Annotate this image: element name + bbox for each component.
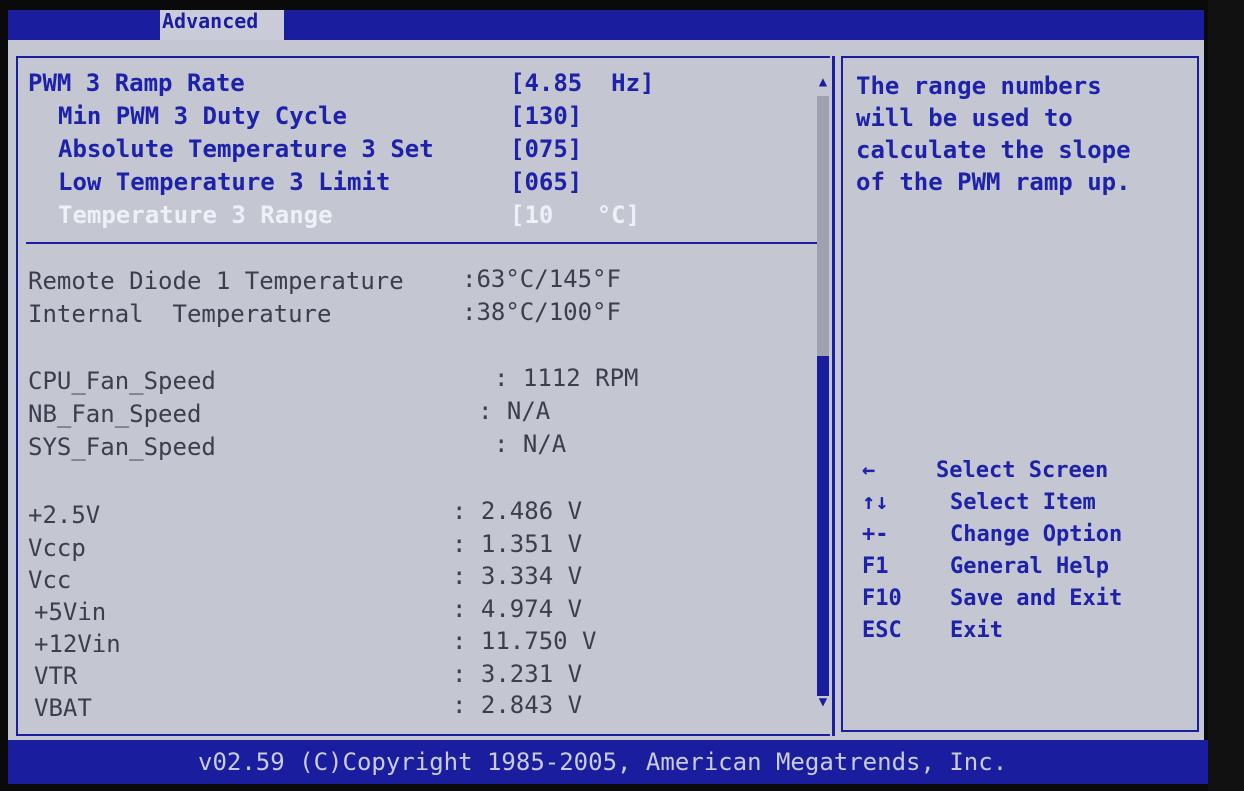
help-line-3: calculate the slope bbox=[856, 136, 1131, 164]
key-plus-minus: +- bbox=[862, 522, 889, 547]
key-f1: F1 bbox=[862, 554, 889, 579]
setting-value-min-pwm3-duty[interactable]: [130] bbox=[510, 101, 582, 131]
key-arrow-left-icon: ← bbox=[862, 458, 876, 483]
scroll-track[interactable] bbox=[817, 96, 829, 356]
volt-label-vtr: VTR bbox=[34, 662, 78, 690]
copyright-text: v02.59 (C)Copyright 1985-2005, American … bbox=[198, 748, 1008, 776]
volt-label-vcc: Vcc bbox=[28, 566, 72, 594]
volt-value-vccp: : 1.351 V bbox=[452, 530, 583, 558]
key-action-change-option: Change Option bbox=[950, 522, 1123, 547]
setting-value-low-temp3-limit[interactable]: [065] bbox=[510, 167, 582, 197]
key-action-save-exit: Save and Exit bbox=[950, 586, 1123, 611]
setting-label-low-temp3-limit[interactable]: Low Temperature 3 Limit bbox=[58, 167, 390, 197]
key-action-exit: Exit bbox=[950, 618, 1003, 643]
scroll-up-arrow-icon[interactable]: ▲ bbox=[814, 72, 832, 92]
help-line-4: of the PWM ramp up. bbox=[856, 168, 1131, 196]
setting-label-min-pwm3-duty[interactable]: Min PWM 3 Duty Cycle bbox=[58, 101, 347, 131]
fan-label-sys: SYS_Fan_Speed bbox=[28, 433, 216, 461]
setting-label-pwm3-ramp-rate[interactable]: PWM 3 Ramp Rate bbox=[28, 68, 245, 98]
menu-bar: Advanced bbox=[8, 10, 1204, 40]
volt-label-vccp: Vccp bbox=[28, 534, 86, 562]
help-line-2: will be used to bbox=[856, 104, 1073, 132]
temp-label-remote-diode1: Remote Diode 1 Temperature bbox=[28, 267, 404, 295]
volt-value-vcc: : 3.334 V bbox=[452, 562, 583, 590]
temp-value-internal: :38°C/100°F bbox=[462, 298, 621, 326]
pane-divider bbox=[832, 56, 835, 736]
volt-value-vtr: : 3.231 V bbox=[452, 660, 583, 688]
key-f10: F10 bbox=[862, 586, 902, 611]
scroll-thumb[interactable] bbox=[817, 356, 829, 696]
setting-value-abs-temp3-set[interactable]: [075] bbox=[510, 134, 582, 164]
key-action-select-item: Select Item bbox=[950, 490, 1096, 515]
section-separator bbox=[26, 242, 818, 244]
key-action-select-screen: Select Screen bbox=[936, 458, 1109, 483]
fan-label-cpu: CPU_Fan_Speed bbox=[28, 367, 216, 395]
setting-value-temp3-range-selected[interactable]: [10 °C] bbox=[510, 200, 640, 230]
volt-value-12vin: : 11.750 V bbox=[452, 627, 597, 655]
temp-label-internal: Internal Temperature bbox=[28, 300, 332, 328]
volt-value-vbat: : 2.843 V bbox=[452, 691, 583, 719]
volt-value-5vin: : 4.974 V bbox=[452, 595, 583, 623]
scroll-down-arrow-icon[interactable]: ▼ bbox=[814, 692, 832, 712]
volt-label-12vin: +12Vin bbox=[34, 630, 121, 658]
fan-value-nb: : N/A bbox=[478, 397, 551, 425]
footer-bar: v02.59 (C)Copyright 1985-2005, American … bbox=[8, 740, 1208, 784]
volt-label-2-5v: +2.5V bbox=[28, 501, 101, 529]
volt-label-vbat: VBAT bbox=[34, 694, 92, 722]
fan-value-cpu: : 1112 RPM bbox=[494, 364, 639, 392]
setting-label-abs-temp3-set[interactable]: Absolute Temperature 3 Set bbox=[58, 134, 434, 164]
fan-label-nb: NB_Fan_Speed bbox=[28, 400, 202, 428]
setting-label-temp3-range-selected[interactable]: Temperature 3 Range bbox=[58, 200, 333, 230]
help-line-1: The range numbers bbox=[856, 72, 1102, 100]
scrollbar[interactable]: ▲ ▼ bbox=[814, 72, 832, 712]
monitor-bezel bbox=[1208, 0, 1244, 791]
volt-label-5vin: +5Vin bbox=[34, 598, 107, 626]
fan-value-sys: : N/A bbox=[494, 430, 567, 458]
temp-value-remote-diode1: :63°C/145°F bbox=[462, 265, 621, 293]
tab-advanced[interactable]: Advanced bbox=[160, 10, 284, 40]
setting-value-pwm3-ramp-rate[interactable]: [4.85 Hz] bbox=[510, 68, 655, 98]
key-arrows-updown-icon: ↑↓ bbox=[862, 490, 889, 515]
volt-value-2-5v: : 2.486 V bbox=[452, 497, 583, 525]
key-esc: ESC bbox=[862, 618, 902, 643]
key-action-general-help: General Help bbox=[950, 554, 1109, 579]
